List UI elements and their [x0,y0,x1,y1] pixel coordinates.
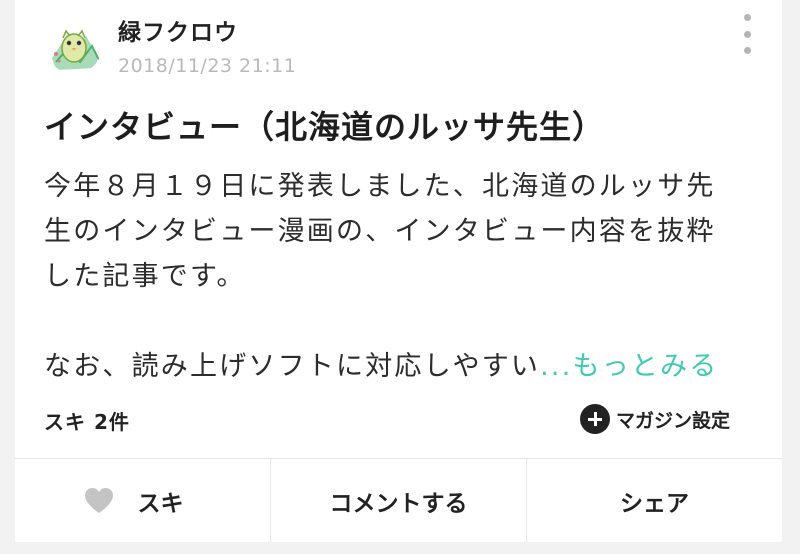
author-name[interactable]: 緑フクロウ [118,13,238,47]
comment-label: コメントする [329,490,468,517]
author-avatar[interactable] [46,18,102,74]
magazine-settings-button[interactable]: マガジン設定 [580,402,730,436]
share-label: シェア [620,490,689,517]
like-button[interactable]: スキ [15,459,271,542]
menu-dot [743,14,751,21]
kebab-menu-icon[interactable] [736,14,758,54]
likes-count[interactable]: スキ 2件 [44,406,130,435]
like-label: スキ [137,490,184,517]
plus-circle-icon [580,404,610,434]
read-more-link[interactable]: ...もっとみる [540,351,718,382]
owl-avatar-icon [47,19,101,73]
menu-dot [743,47,751,54]
share-button[interactable]: シェア [527,459,782,542]
page-background-strip [0,542,800,554]
excerpt-line: した記事です。 [44,261,246,292]
comment-button[interactable]: コメントする [271,459,527,542]
post-title[interactable]: インタビュー（北海道のルッサ先生） [44,102,605,148]
excerpt-line-last: なお、読み上げソフトに対応しやすい...もっとみる [44,344,744,389]
heart-icon [84,488,113,513]
excerpt-line: 今年８月１９日に発表しました、北海道のルッサ先 [44,171,716,202]
excerpt-tail: なお、読み上げソフトに対応しやすい [44,351,541,382]
excerpt-line: 生のインタビュー漫画の、インタビュー内容を抜粋 [44,216,716,247]
post-excerpt[interactable]: 今年８月１９日に発表しました、北海道のルッサ先 生のインタビュー漫画の、インタビ… [44,164,744,389]
action-bar: スキ コメントする シェア [15,458,782,542]
magazine-settings-label: マガジン設定 [616,409,731,432]
post-date: 2018/11/23 21:11 [118,55,297,77]
menu-dot [743,30,751,38]
